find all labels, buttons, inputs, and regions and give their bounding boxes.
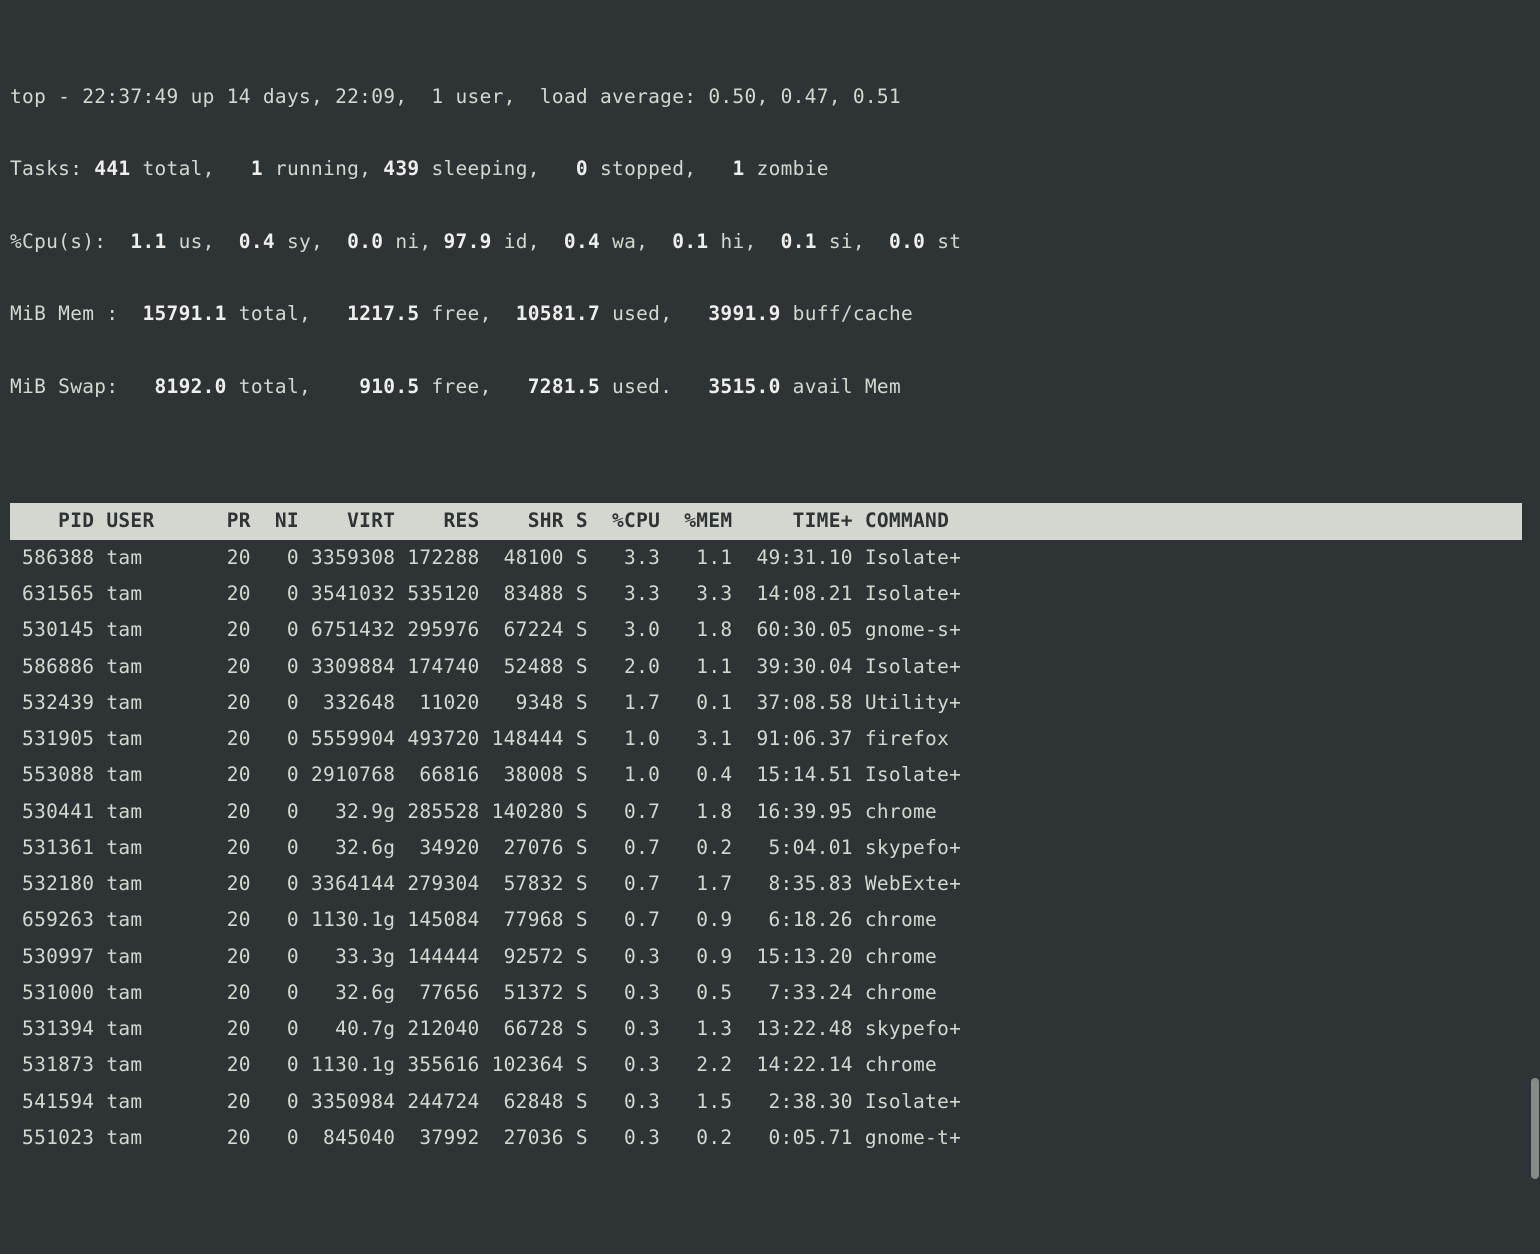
process-row: 586388 tam 20 0 3359308 172288 48100 S 3…: [10, 540, 1532, 576]
process-row: 586886 tam 20 0 3309884 174740 52488 S 2…: [10, 649, 1532, 685]
process-row: 531873 tam 20 0 1130.1g 355616 102364 S …: [10, 1047, 1532, 1083]
scrollbar-thumb[interactable]: [1531, 1078, 1539, 1178]
process-row: 532180 tam 20 0 3364144 279304 57832 S 0…: [10, 866, 1532, 902]
summary-line-mem: MiB Mem : 15791.1 total, 1217.5 free, 10…: [10, 296, 1532, 332]
summary-line-uptime: top - 22:37:49 up 14 days, 22:09, 1 user…: [10, 79, 1532, 115]
scrollbar-track[interactable]: [1530, 0, 1540, 1254]
process-row: 530441 tam 20 0 32.9g 285528 140280 S 0.…: [10, 794, 1532, 830]
summary-line-cpu: %Cpu(s): 1.1 us, 0.4 sy, 0.0 ni, 97.9 id…: [10, 224, 1532, 260]
summary-line-swap: MiB Swap: 8192.0 total, 910.5 free, 7281…: [10, 369, 1532, 405]
process-table-body: 586388 tam 20 0 3359308 172288 48100 S 3…: [10, 540, 1532, 1157]
process-row: 531394 tam 20 0 40.7g 212040 66728 S 0.3…: [10, 1011, 1532, 1047]
summary-line-tasks: Tasks: 441 total, 1 running, 439 sleepin…: [10, 151, 1532, 187]
process-row: 551023 tam 20 0 845040 37992 27036 S 0.3…: [10, 1120, 1532, 1156]
process-row: 531905 tam 20 0 5559904 493720 148444 S …: [10, 721, 1532, 757]
process-row: 531000 tam 20 0 32.6g 77656 51372 S 0.3 …: [10, 975, 1532, 1011]
process-row: 530997 tam 20 0 33.3g 144444 92572 S 0.3…: [10, 939, 1532, 975]
process-row: 553088 tam 20 0 2910768 66816 38008 S 1.…: [10, 757, 1532, 793]
terminal-window[interactable]: top - 22:37:49 up 14 days, 22:09, 1 user…: [0, 0, 1540, 1254]
process-table-header[interactable]: PID USER PR NI VIRT RES SHR S %CPU %MEM …: [10, 503, 1522, 539]
process-row: 659263 tam 20 0 1130.1g 145084 77968 S 0…: [10, 902, 1532, 938]
process-row: 530145 tam 20 0 6751432 295976 67224 S 3…: [10, 612, 1532, 648]
process-row: 631565 tam 20 0 3541032 535120 83488 S 3…: [10, 576, 1532, 612]
process-row: 541594 tam 20 0 3350984 244724 62848 S 0…: [10, 1084, 1532, 1120]
process-row: 531361 tam 20 0 32.6g 34920 27076 S 0.7 …: [10, 830, 1532, 866]
process-row: 532439 tam 20 0 332648 11020 9348 S 1.7 …: [10, 685, 1532, 721]
